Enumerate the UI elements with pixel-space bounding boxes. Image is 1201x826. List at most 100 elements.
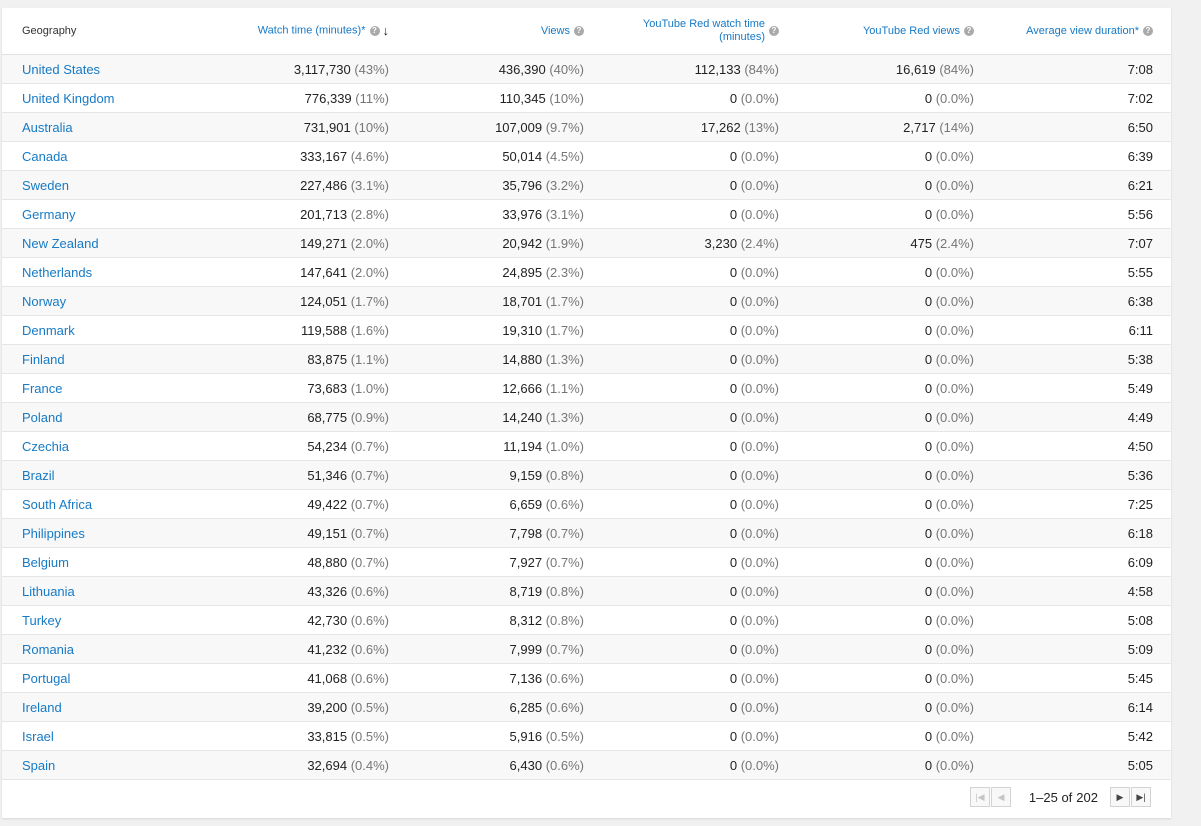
country-name[interactable]: Canada xyxy=(22,149,68,164)
country-name[interactable]: Israel xyxy=(22,729,54,744)
avg-duration-value: 7:07 xyxy=(1127,235,1153,251)
country-link[interactable]: South Africa xyxy=(2,489,192,519)
red-views-value: 0 xyxy=(924,583,933,599)
red-views-value: 0 xyxy=(924,409,933,425)
country-link[interactable]: Norway xyxy=(2,286,192,316)
watch-time-cell: 201,713 (2.8%) xyxy=(192,199,397,229)
watch-time-percent: (0.7%) xyxy=(350,438,389,454)
next-page-button[interactable]: ▶ xyxy=(1110,787,1130,807)
country-link[interactable]: Brazil xyxy=(2,460,192,490)
red-views-percent: (0.0%) xyxy=(935,380,974,396)
country-name[interactable]: New Zealand xyxy=(22,236,99,251)
views-cell: 12,666 (1.1%) xyxy=(397,373,592,403)
country-name[interactable]: Poland xyxy=(22,410,62,425)
country-name[interactable]: France xyxy=(22,381,62,396)
country-name[interactable]: Australia xyxy=(22,120,73,135)
country-name[interactable]: Belgium xyxy=(22,555,69,570)
country-name[interactable]: Turkey xyxy=(22,613,61,628)
avg-duration-value: 4:50 xyxy=(1127,438,1153,454)
column-header-geography[interactable]: Geography xyxy=(2,8,192,55)
country-link[interactable]: Israel xyxy=(2,721,192,751)
country-name[interactable]: Ireland xyxy=(22,700,62,715)
country-link[interactable]: Poland xyxy=(2,402,192,432)
column-header-red-watch-time[interactable]: YouTube Red watch time (minutes) ? xyxy=(592,8,787,55)
table-row: Israel 33,815 (0.5%) 5,916 (0.5%) 0 (0.0%) 0… xyxy=(2,721,1171,751)
red-watch-time-cell: 0 (0.0%) xyxy=(592,83,787,113)
country-link[interactable]: Spain xyxy=(2,750,192,780)
views-cell: 19,310 (1.7%) xyxy=(397,315,592,345)
country-name[interactable]: Denmark xyxy=(22,323,75,338)
country-link[interactable]: Philippines xyxy=(2,518,192,548)
views-value: 18,701 xyxy=(502,293,543,309)
country-link[interactable]: United Kingdom xyxy=(2,83,192,113)
country-name[interactable]: Norway xyxy=(22,294,66,309)
last-page-button[interactable]: ▶| xyxy=(1131,787,1151,807)
table-row: Australia 731,901 (10%) 107,009 (9.7%) 17,2… xyxy=(2,112,1171,142)
help-circle-icon[interactable]: ? xyxy=(1143,25,1153,36)
help-circle-icon[interactable]: ? xyxy=(369,25,380,36)
country-name[interactable]: Philippines xyxy=(22,526,85,541)
country-name[interactable]: Finland xyxy=(22,352,65,367)
country-name[interactable]: Netherlands xyxy=(22,265,92,280)
red-watch-time-value: 0 xyxy=(729,467,738,483)
views-value: 33,976 xyxy=(502,206,543,222)
country-link[interactable]: Germany xyxy=(2,199,192,229)
country-link[interactable]: Belgium xyxy=(2,547,192,577)
watch-time-value: 42,730 xyxy=(307,612,348,628)
country-name[interactable]: Portugal xyxy=(22,671,70,686)
table-row: Czechia 54,234 (0.7%) 11,194 (1.0%) 0 (0.0%… xyxy=(2,431,1171,461)
red-views-value: 0 xyxy=(924,612,933,628)
column-header-avg-duration[interactable]: Average view duration*? xyxy=(982,8,1171,55)
country-link[interactable]: Sweden xyxy=(2,170,192,200)
country-link[interactable]: France xyxy=(2,373,192,403)
country-link[interactable]: Finland xyxy=(2,344,192,374)
help-circle-icon[interactable]: ? xyxy=(964,25,974,36)
red-views-cell: 0 (0.0%) xyxy=(787,692,982,722)
red-watch-time-value: 0 xyxy=(729,322,738,338)
avg-duration-cell: 6:11 xyxy=(982,315,1171,345)
country-link[interactable]: Netherlands xyxy=(2,257,192,287)
watch-time-cell: 147,641 (2.0%) xyxy=(192,257,397,287)
country-name[interactable]: Brazil xyxy=(22,468,55,483)
column-header-views[interactable]: Views? xyxy=(397,8,592,55)
country-name[interactable]: Romania xyxy=(22,642,74,657)
red-views-cell: 0 (0.0%) xyxy=(787,315,982,345)
column-header-red-views[interactable]: YouTube Red views? xyxy=(787,8,982,55)
country-link[interactable]: Czechia xyxy=(2,431,192,461)
help-circle-icon[interactable]: ? xyxy=(574,25,584,36)
red-watch-time-percent: (0.0%) xyxy=(740,264,779,280)
red-views-cell: 0 (0.0%) xyxy=(787,634,982,664)
country-name[interactable]: Sweden xyxy=(22,178,69,193)
views-cell: 18,701 (1.7%) xyxy=(397,286,592,316)
red-watch-time-value: 0 xyxy=(729,670,738,686)
country-link[interactable]: Australia xyxy=(2,112,192,142)
column-header-watch-time[interactable]: Watch time (minutes)*? ↓ xyxy=(192,8,397,55)
country-link[interactable]: New Zealand xyxy=(2,228,192,258)
country-name[interactable]: United Kingdom xyxy=(22,91,115,106)
red-views-percent: (0.0%) xyxy=(935,206,974,222)
watch-time-cell: 48,880 (0.7%) xyxy=(192,547,397,577)
country-name[interactable]: Lithuania xyxy=(22,584,75,599)
avg-duration-cell: 6:39 xyxy=(982,141,1171,171)
red-watch-time-value: 0 xyxy=(729,264,738,280)
country-name[interactable]: Spain xyxy=(22,758,55,773)
red-views-percent: (0.0%) xyxy=(935,177,974,193)
country-link[interactable]: Turkey xyxy=(2,605,192,635)
country-link[interactable]: Lithuania xyxy=(2,576,192,606)
red-views-percent: (0.0%) xyxy=(935,409,974,425)
help-circle-icon[interactable]: ? xyxy=(769,26,779,36)
country-name[interactable]: United States xyxy=(22,62,100,77)
prev-page-button[interactable]: ◀ xyxy=(990,787,1011,807)
country-link[interactable]: United States xyxy=(2,54,192,84)
country-name[interactable]: South Africa xyxy=(22,497,92,512)
country-link[interactable]: Canada xyxy=(2,141,192,171)
country-link[interactable]: Romania xyxy=(2,634,192,664)
first-page-button[interactable]: |◀ xyxy=(969,787,990,807)
country-link[interactable]: Denmark xyxy=(2,315,192,345)
watch-time-percent: (1.0%) xyxy=(350,380,389,396)
country-name[interactable]: Germany xyxy=(22,207,75,222)
country-link[interactable]: Portugal xyxy=(2,663,192,693)
country-name[interactable]: Czechia xyxy=(22,439,69,454)
red-views-value: 0 xyxy=(924,438,933,454)
country-link[interactable]: Ireland xyxy=(2,692,192,722)
